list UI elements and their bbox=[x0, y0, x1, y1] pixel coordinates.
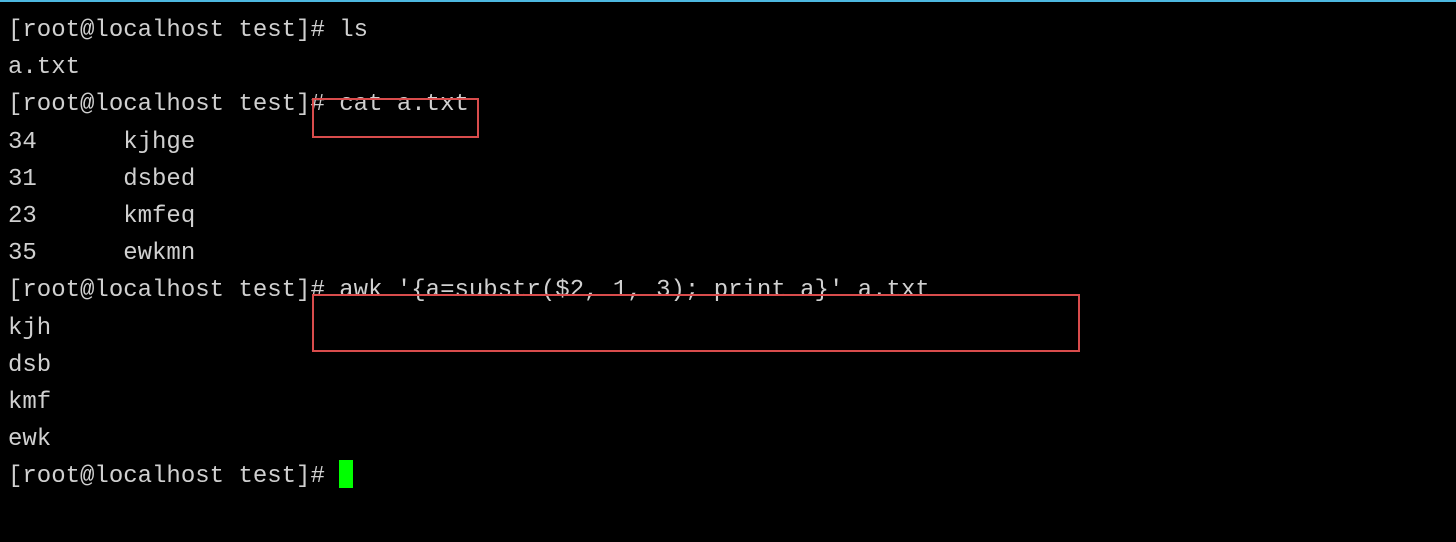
prompt-text: [root@localhost test]# bbox=[8, 91, 339, 118]
terminal-output: [root@localhost test]# ls a.txt [root@lo… bbox=[8, 12, 1448, 495]
command-text: ls bbox=[339, 17, 368, 44]
prompt-text: [root@localhost test]# bbox=[8, 277, 339, 304]
terminal-line: [root@localhost test]# awk '{a=substr($2… bbox=[8, 272, 1448, 309]
prompt-text: [root@localhost test]# bbox=[8, 463, 339, 490]
output-text: dsb bbox=[8, 347, 1448, 384]
terminal-line: [root@localhost test]# cat a.txt bbox=[8, 86, 1448, 123]
output-text: 23 kmfeq bbox=[8, 198, 1448, 235]
terminal-line[interactable]: [root@localhost test]# bbox=[8, 458, 1448, 495]
output-text: a.txt bbox=[8, 49, 1448, 86]
terminal-line: [root@localhost test]# ls bbox=[8, 12, 1448, 49]
prompt-text: [root@localhost test]# bbox=[8, 17, 339, 44]
output-text: 34 kjhge bbox=[8, 124, 1448, 161]
cursor-icon bbox=[339, 460, 353, 488]
output-text: kmf bbox=[8, 384, 1448, 421]
output-text: ewk bbox=[8, 421, 1448, 458]
output-text: 35 ewkmn bbox=[8, 235, 1448, 272]
command-text: cat a.txt bbox=[339, 91, 469, 118]
output-text: kjh bbox=[8, 310, 1448, 347]
output-text: 31 dsbed bbox=[8, 161, 1448, 198]
command-text: awk '{a=substr($2, 1, 3); print a}' a.tx… bbox=[339, 277, 930, 304]
